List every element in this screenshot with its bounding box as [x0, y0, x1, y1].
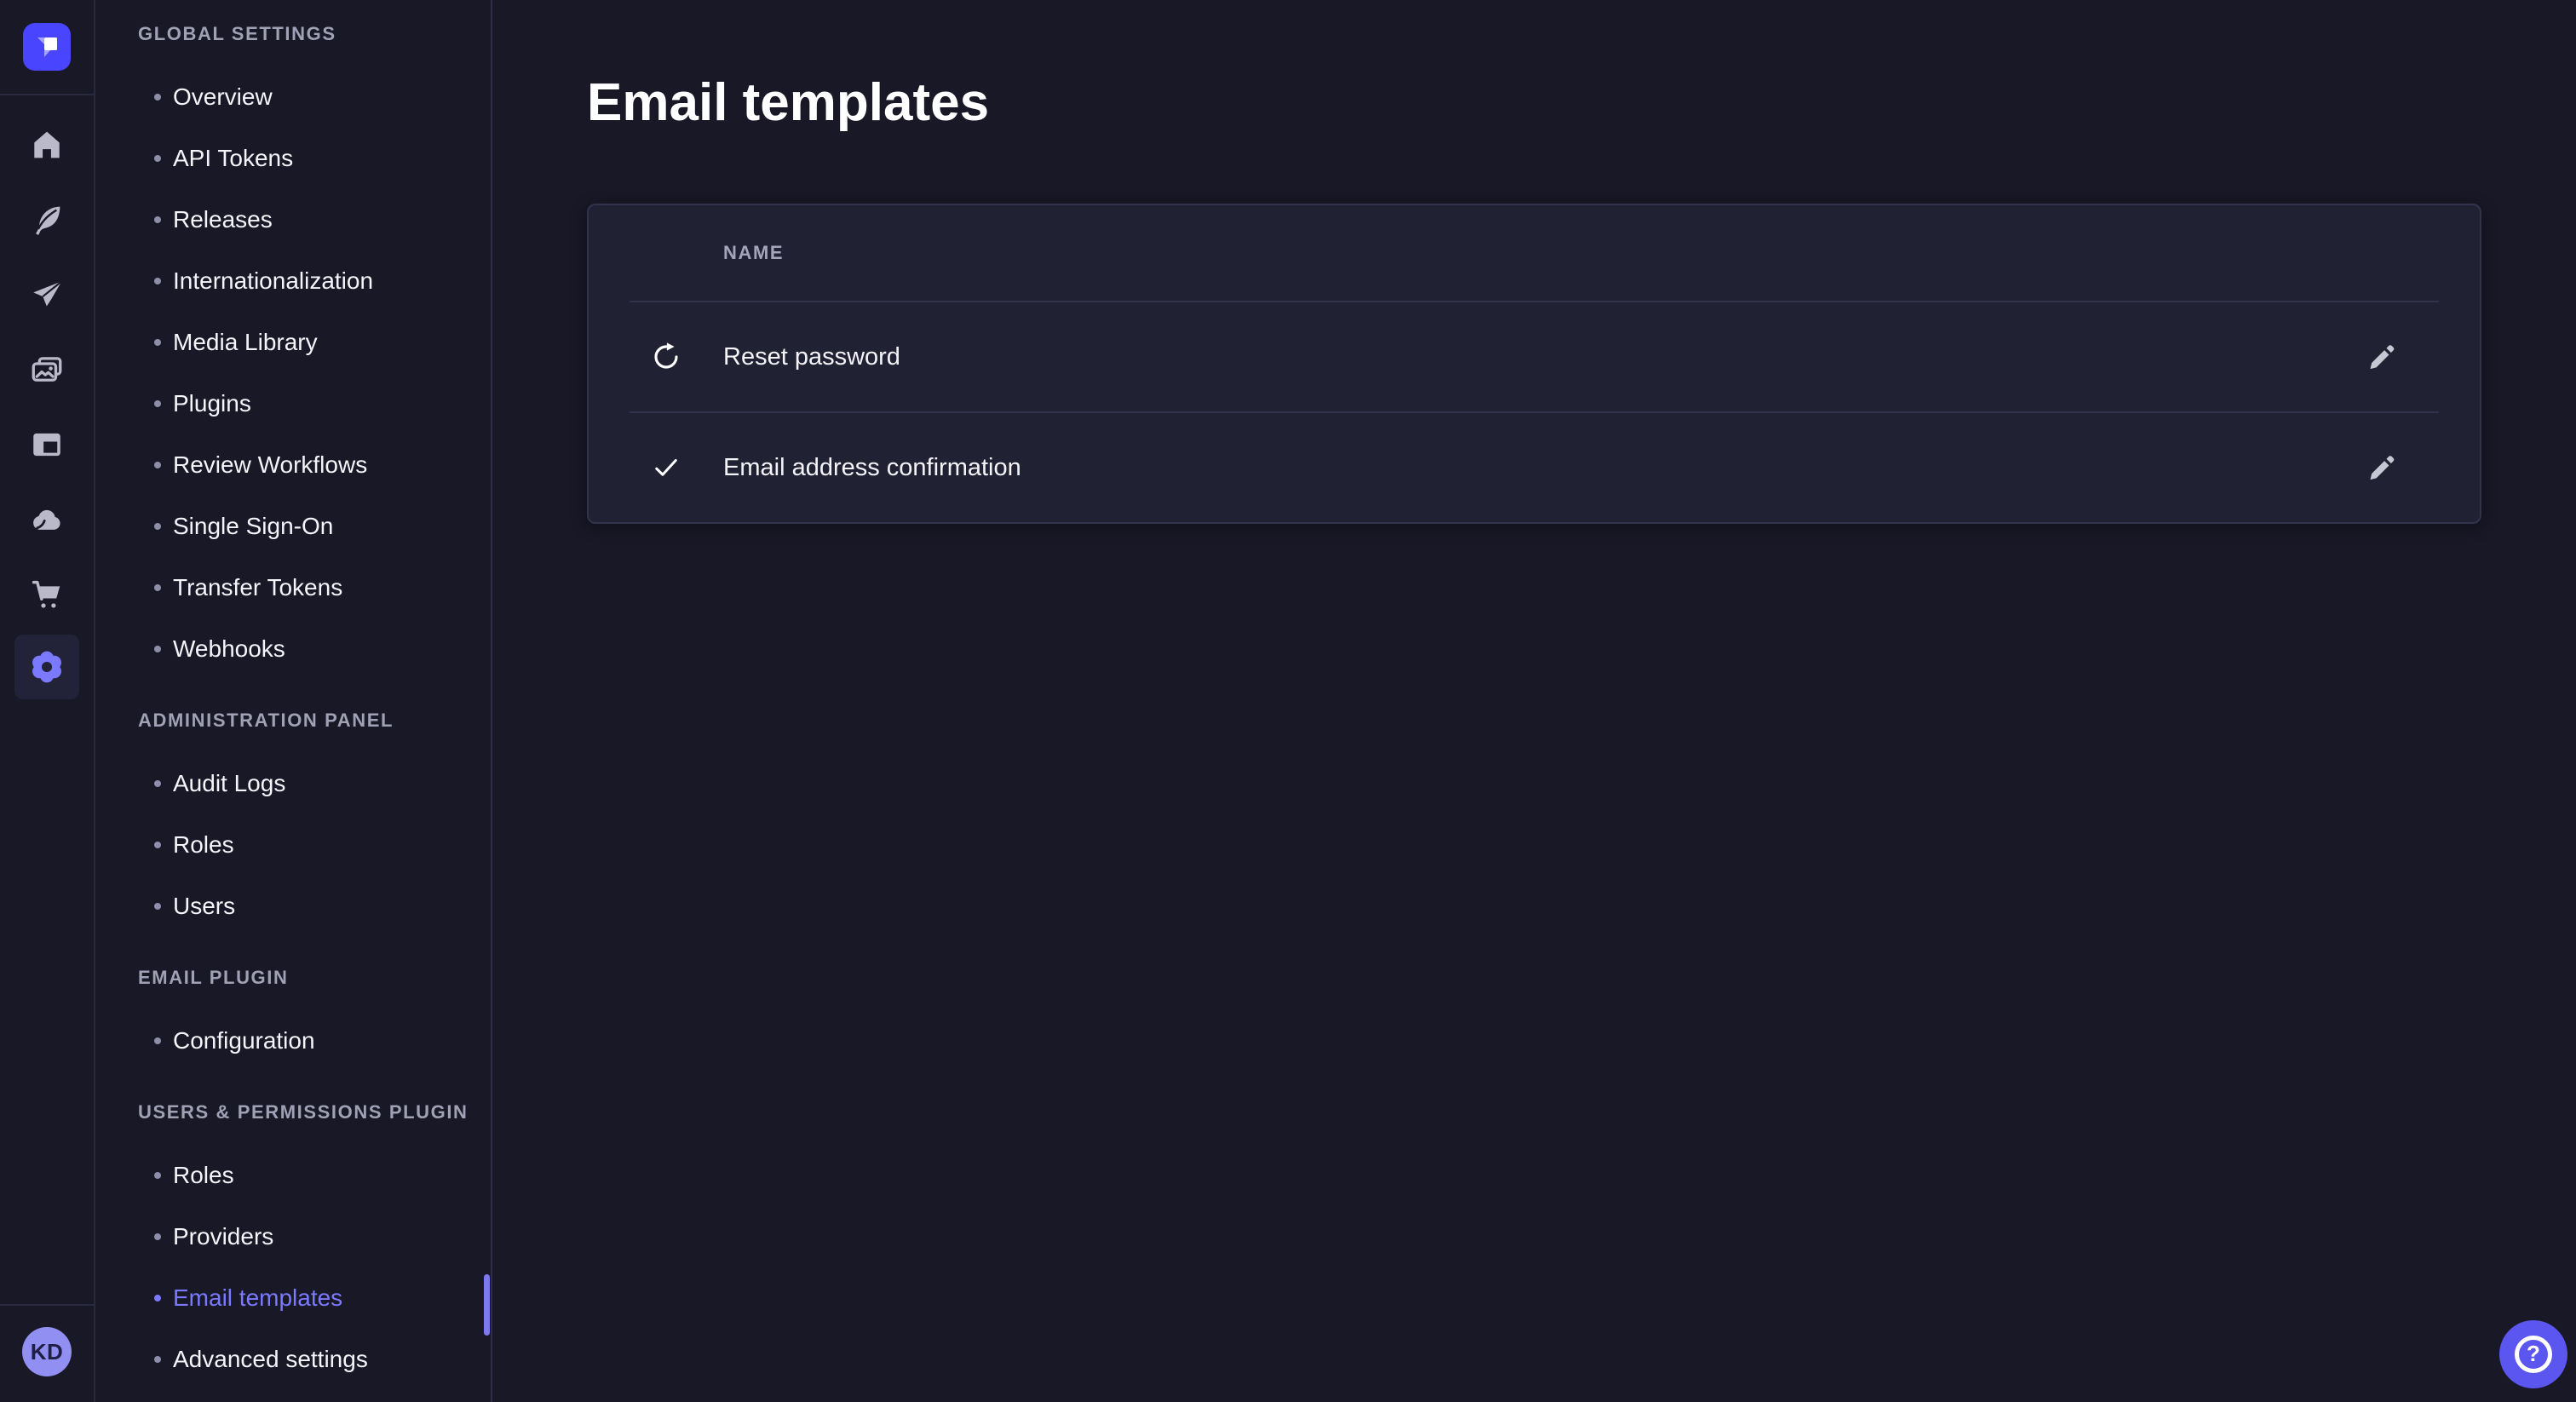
bullet-dot	[154, 216, 161, 223]
subnav-item-plugins[interactable]: Plugins	[95, 373, 491, 434]
subnav-item-media-library[interactable]: Media Library	[95, 312, 491, 373]
bullet-dot	[154, 842, 161, 848]
bullet-dot	[154, 1295, 161, 1301]
bullet-dot	[154, 523, 161, 530]
rail-item-media-library[interactable]	[29, 352, 65, 388]
email-templates-table: NAME Reset password	[587, 204, 2481, 524]
subnav-item-up-roles[interactable]: Roles	[95, 1145, 491, 1206]
pencil-icon	[2365, 341, 2397, 373]
gear-icon	[28, 648, 66, 686]
bullet-dot	[154, 584, 161, 591]
table-row-reset-password[interactable]: Reset password	[589, 302, 2480, 411]
cart-icon	[29, 577, 65, 612]
subnav-item-releases[interactable]: Releases	[95, 189, 491, 250]
rail-nav	[29, 95, 65, 612]
rail-item-home[interactable]	[29, 127, 65, 163]
check-icon	[650, 451, 682, 484]
subnav-item-admin-users[interactable]: Users	[95, 876, 491, 937]
help-button[interactable]: ?	[2499, 1320, 2567, 1388]
edit-email-confirmation-button[interactable]	[2362, 449, 2400, 486]
subnav-item-admin-roles[interactable]: Roles	[95, 814, 491, 876]
main-content: Email templates NAME Reset password	[492, 0, 2576, 1402]
rail-item-content[interactable]	[29, 202, 65, 238]
subnav-item-overview[interactable]: Overview	[95, 66, 491, 128]
avatar[interactable]: KD	[22, 1327, 72, 1376]
section-global-settings-list: Overview API Tokens Releases Internation…	[95, 66, 491, 680]
strapi-logo[interactable]	[23, 23, 71, 71]
bullet-dot	[154, 1356, 161, 1363]
icon-rail: KD	[0, 0, 95, 1402]
rail-item-cloud[interactable]	[29, 502, 65, 537]
section-title-administration-panel: ADMINISTRATION PANEL	[95, 709, 491, 733]
rail-item-settings[interactable]	[14, 635, 79, 699]
section-title-email-plugin: EMAIL PLUGIN	[95, 966, 491, 990]
section-email-plugin-list: Configuration	[95, 1010, 491, 1072]
bullet-dot	[154, 278, 161, 284]
question-mark-icon: ?	[2515, 1336, 2552, 1373]
table-row-email-confirmation[interactable]: Email address confirmation	[589, 413, 2480, 522]
subnav-item-review-workflows[interactable]: Review Workflows	[95, 434, 491, 496]
rail-item-releases[interactable]	[29, 277, 65, 313]
bullet-dot	[154, 780, 161, 787]
subnav-item-providers[interactable]: Providers	[95, 1206, 491, 1267]
subnav-item-advanced-settings[interactable]: Advanced settings	[95, 1329, 491, 1390]
subnav-item-single-sign-on[interactable]: Single Sign-On	[95, 496, 491, 557]
bullet-dot	[154, 462, 161, 468]
logo-container	[0, 0, 95, 95]
subnav-item-api-tokens[interactable]: API Tokens	[95, 128, 491, 189]
rail-item-marketplace[interactable]	[29, 577, 65, 612]
bullet-dot	[154, 1233, 161, 1240]
subnav-item-email-templates[interactable]: Email templates	[95, 1267, 491, 1329]
settings-subnav: GLOBAL SETTINGS Overview API Tokens Rele…	[95, 0, 492, 1402]
feather-icon	[29, 202, 65, 238]
bullet-dot	[154, 339, 161, 346]
subnav-item-transfer-tokens[interactable]: Transfer Tokens	[95, 557, 491, 618]
template-name: Email address confirmation	[723, 454, 1021, 482]
layout-icon	[29, 427, 65, 463]
refresh-icon	[650, 341, 682, 373]
subnav-item-webhooks[interactable]: Webhooks	[95, 618, 491, 680]
section-title-global-settings: GLOBAL SETTINGS	[95, 22, 491, 46]
edit-reset-password-button[interactable]	[2362, 338, 2400, 376]
subnav-item-configuration[interactable]: Configuration	[95, 1010, 491, 1072]
rail-bottom: KD	[0, 1304, 94, 1402]
bullet-dot	[154, 1037, 161, 1044]
section-administration-panel-list: Audit Logs Roles Users	[95, 753, 491, 937]
table-header-row: NAME	[589, 205, 2480, 301]
bullet-dot	[154, 155, 161, 162]
home-icon	[29, 127, 65, 163]
subnav-scrollbar-thumb[interactable]	[484, 1274, 490, 1336]
bullet-dot	[154, 400, 161, 407]
bullet-dot	[154, 1172, 161, 1179]
pencil-icon	[2365, 451, 2397, 484]
page-title: Email templates	[587, 75, 2481, 131]
media-library-icon	[29, 352, 65, 388]
strapi-logo-icon	[23, 23, 71, 71]
cloud-icon	[29, 502, 65, 537]
section-users-permissions-list: Roles Providers Email templates Advanced…	[95, 1145, 491, 1390]
rail-item-content-type-builder[interactable]	[29, 427, 65, 463]
avatar-initials: KD	[31, 1339, 64, 1365]
section-title-users-permissions-plugin: USERS & PERMISSIONS PLUGIN	[95, 1100, 491, 1124]
subnav-item-audit-logs[interactable]: Audit Logs	[95, 753, 491, 814]
bullet-dot	[154, 903, 161, 910]
name-column-header: NAME	[723, 242, 784, 264]
bullet-dot	[154, 94, 161, 101]
template-name: Reset password	[723, 343, 900, 371]
paper-plane-icon	[29, 277, 65, 313]
bullet-dot	[154, 646, 161, 652]
subnav-item-internationalization[interactable]: Internationalization	[95, 250, 491, 312]
